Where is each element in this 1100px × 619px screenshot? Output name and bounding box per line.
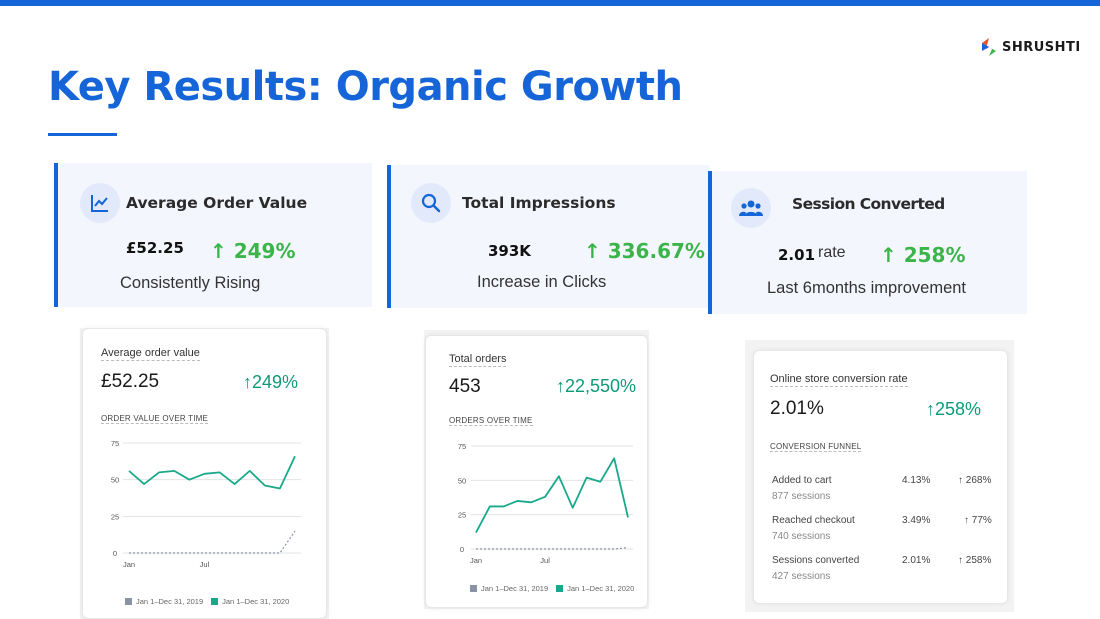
kpi-growth: ↑ 258% xyxy=(880,243,966,267)
card-label: Total orders xyxy=(449,353,507,367)
y-tick-label: 50 xyxy=(458,476,466,485)
funnel-step-name: Reached checkout xyxy=(772,515,855,526)
kpi-title: Average Order Value xyxy=(126,194,308,212)
funnel-step-rate: 3.49% xyxy=(902,515,931,526)
title-underline xyxy=(48,133,117,136)
total-orders-card: Total orders 453 ↑22,550% ORDERS OVER TI… xyxy=(425,335,648,608)
page-title: Key Results: Organic Growth xyxy=(48,64,683,110)
y-tick-label: 50 xyxy=(111,476,119,485)
card-growth: ↑22,550% xyxy=(556,376,637,396)
y-tick-label: 75 xyxy=(111,439,119,448)
chart-legend: Jan 1–Dec 31, 2019 Jan 1–Dec 31, 2020 xyxy=(125,597,289,606)
kpi-card-total-impressions: Total Impressions 393K ↑ 336.67% Increas… xyxy=(387,165,709,308)
legend-swatch-2019 xyxy=(125,598,132,605)
funnel-step-rate: 4.13% xyxy=(902,475,931,486)
kpi-card-session-converted: Session Converted 2.01 rate ↑ 258% Last … xyxy=(708,171,1027,314)
series-line-2020 xyxy=(128,455,296,490)
legend-swatch-2020 xyxy=(211,598,219,605)
card-label: Online store conversion rate xyxy=(770,373,908,387)
kpi-title: Session Converted xyxy=(792,195,945,213)
kpi-value: 393K xyxy=(488,242,531,260)
y-tick-label: 25 xyxy=(458,511,466,520)
card-growth: ↑249% xyxy=(243,372,299,392)
brand-logo: SHRUSHTI xyxy=(980,37,1081,57)
legend-label-2020: Jan 1–Dec 31, 2020 xyxy=(222,597,290,606)
order-value-chart: 75 50 25 0 Jan Jul xyxy=(111,439,301,569)
x-tick-label: Jan xyxy=(123,560,135,569)
card-value: 453 xyxy=(449,376,481,397)
legend-label-2020: Jan 1–Dec 31, 2020 xyxy=(567,584,635,593)
kpi-unit: rate xyxy=(818,244,846,261)
kpi-growth: ↑ 336.67% xyxy=(584,239,705,263)
kpi-growth: ↑ 249% xyxy=(210,239,296,263)
top-accent-bar xyxy=(0,0,1100,6)
brand-name: SHRUSHTI xyxy=(1002,39,1081,55)
funnel-row: Added to cart 877 sessions 4.13% ↑ 268% xyxy=(772,475,996,509)
kpi-card-average-order-value: Average Order Value £52.25 ↑ 249% Consis… xyxy=(54,163,372,307)
chart-section-label: ORDER VALUE OVER TIME xyxy=(101,414,209,424)
funnel-row: Sessions converted 427 sessions 2.01% ↑ … xyxy=(772,555,996,589)
funnel-row: Reached checkout 740 sessions 3.49% ↑ 77… xyxy=(772,515,996,549)
kpi-subtitle: Consistently Rising xyxy=(120,274,261,292)
line-chart-icon xyxy=(80,183,120,223)
funnel-step-name: Added to cart xyxy=(772,475,832,486)
legend-label-2019: Jan 1–Dec 31, 2019 xyxy=(481,584,549,593)
funnel-step-rate: 2.01% xyxy=(902,555,931,566)
kpi-value: 2.01 xyxy=(778,246,816,264)
card-label: Average order value xyxy=(101,347,200,361)
funnel-step-growth: ↑ 258% xyxy=(958,555,992,566)
kpi-title: Total Impressions xyxy=(462,194,616,212)
funnel-step-sessions: 427 sessions xyxy=(772,571,831,582)
legend-label-2019: Jan 1–Dec 31, 2019 xyxy=(136,597,204,606)
orders-chart: 75 50 25 0 Jan Jul xyxy=(458,442,633,565)
funnel-step-growth: ↑ 268% xyxy=(958,475,992,486)
brand-mark-icon xyxy=(982,38,996,56)
search-icon xyxy=(411,183,451,223)
card-value: 2.01% xyxy=(770,398,824,419)
funnel-section-label: CONVERSION FUNNEL xyxy=(770,442,862,452)
y-tick-label: 0 xyxy=(460,545,464,554)
legend-swatch-2019 xyxy=(470,585,477,592)
x-tick-label: Jan xyxy=(470,556,482,565)
funnel-step-sessions: 877 sessions xyxy=(772,491,831,502)
users-icon xyxy=(731,188,771,228)
legend-swatch-2020 xyxy=(556,585,564,592)
card-value: £52.25 xyxy=(101,371,160,392)
y-tick-label: 25 xyxy=(111,512,119,521)
screenshot-conversion-rate: Online store conversion rate 2.01% ↑258%… xyxy=(745,340,1014,612)
conversion-rate-card: Online store conversion rate 2.01% ↑258%… xyxy=(753,350,1008,604)
y-tick-label: 75 xyxy=(458,442,466,451)
chart-legend: Jan 1–Dec 31, 2019 Jan 1–Dec 31, 2020 xyxy=(470,584,634,593)
funnel-step-sessions: 740 sessions xyxy=(772,531,831,542)
x-tick-label: Jul xyxy=(540,556,550,565)
kpi-value: £52.25 xyxy=(126,239,184,257)
card-growth: ↑258% xyxy=(926,399,982,419)
screenshot-total-orders: Total orders 453 ↑22,550% ORDERS OVER TI… xyxy=(424,330,649,609)
kpi-subtitle: Increase in Clicks xyxy=(477,273,607,291)
funnel-step-name: Sessions converted xyxy=(772,555,860,566)
chart-section-label: ORDERS OVER TIME xyxy=(449,416,533,426)
y-tick-label: 0 xyxy=(113,549,117,558)
funnel-step-growth: ↑ 77% xyxy=(964,515,992,526)
screenshot-average-order-value: Average order value £52.25 ↑249% ORDER V… xyxy=(80,328,329,619)
series-line-2020 xyxy=(475,457,629,533)
x-tick-label: Jul xyxy=(200,560,210,569)
series-line-2019 xyxy=(129,530,296,554)
average-order-value-card: Average order value £52.25 ↑249% ORDER V… xyxy=(82,328,327,619)
kpi-subtitle: Last 6months improvement xyxy=(767,279,967,297)
